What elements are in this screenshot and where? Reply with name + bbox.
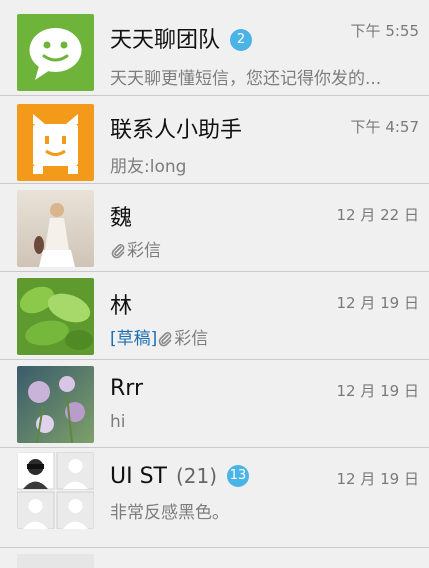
conversation-row[interactable]: 联系人小助手 下午 4:57 朋友:long — [0, 96, 429, 184]
message-snippet: 非常反感黑色。 — [110, 503, 229, 523]
avatar[interactable] — [17, 190, 94, 267]
conversation-list: 天天聊团队 2 下午 5:55 天天聊更懂短信，您还记得你发的... 联系人小助手… — [0, 0, 429, 568]
message-snippet: 朋友:long — [110, 157, 187, 177]
timestamp: 12 月 19 日 — [336, 294, 419, 312]
contact-name-text: 天天聊团队 — [110, 28, 221, 53]
timestamp: 12 月 22 日 — [336, 206, 419, 224]
contact-name: Rrr — [110, 376, 143, 401]
avatar[interactable] — [17, 366, 94, 443]
contact-name: 联系人小助手 — [110, 118, 243, 143]
contact-name-text: UI ST — [110, 464, 167, 489]
person-photo-icon — [17, 190, 94, 267]
attachment-clip-icon — [110, 243, 126, 264]
conversation-row[interactable]: 天天聊团队 2 下午 5:55 天天聊更懂短信，您还记得你发的... — [0, 0, 429, 96]
message-snippet: hi — [110, 412, 126, 432]
conversation-row[interactable]: 林 12 月 19 日 [草稿] 彩信 — [0, 272, 429, 360]
contact-name: 天天聊团队 2 — [110, 22, 253, 54]
conversation-row[interactable]: 魏 12 月 22 日 彩信 — [0, 184, 429, 272]
conversation-row[interactable]: UI ST (21) 13 12 月 19 日 非常反感黑色。 — [0, 448, 429, 548]
message-snippet: 彩信 — [110, 236, 419, 264]
contact-name: UI ST (21) 13 — [110, 464, 250, 489]
avatar[interactable] — [17, 104, 94, 181]
avatar-partial — [17, 554, 94, 568]
chat-bubble-icon — [17, 14, 94, 91]
timestamp: 下午 5:55 — [350, 22, 419, 40]
unread-badge: 2 — [230, 29, 253, 51]
contact-name: 林 — [110, 294, 133, 319]
snippet-text: 彩信 — [174, 329, 209, 349]
group-avatar-icon — [17, 452, 94, 529]
unread-badge: 13 — [227, 465, 250, 487]
group-avatar[interactable] — [17, 452, 94, 529]
message-snippet: [草稿] 彩信 — [110, 324, 419, 352]
conversation-row-partial[interactable] — [0, 548, 429, 568]
attachment-clip-icon — [157, 331, 173, 352]
timestamp: 12 月 19 日 — [336, 382, 419, 400]
timestamp: 12 月 19 日 — [336, 470, 419, 488]
message-count: (21) — [176, 464, 218, 488]
draft-label: [草稿] — [110, 329, 158, 349]
robot-assistant-icon — [17, 104, 94, 181]
avatar[interactable] — [17, 14, 94, 91]
flower-photo-icon — [17, 366, 94, 443]
timestamp: 下午 4:57 — [350, 118, 419, 136]
snippet-text: 彩信 — [127, 241, 161, 261]
avatar[interactable] — [17, 278, 94, 355]
message-snippet: 天天聊更懂短信，您还记得你发的... — [110, 69, 382, 89]
leaf-photo-icon — [17, 278, 94, 355]
contact-name: 魏 — [110, 206, 133, 231]
conversation-row[interactable]: Rrr 12 月 19 日 hi — [0, 360, 429, 448]
